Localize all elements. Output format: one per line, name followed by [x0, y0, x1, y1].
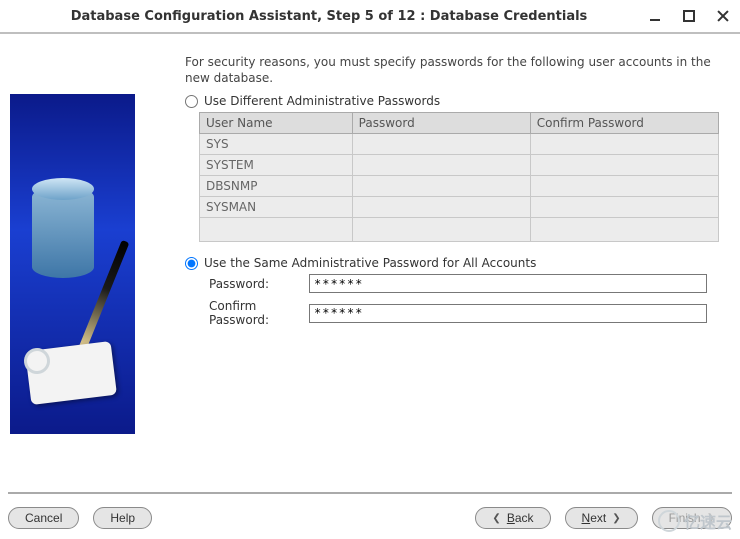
close-icon[interactable] [716, 9, 730, 23]
cell-confirm [530, 176, 718, 197]
content-area: For security reasons, you must specify p… [0, 34, 740, 492]
cell-confirm [530, 134, 718, 155]
watermark-icon [658, 510, 680, 532]
cell-username: DBSNMP [200, 176, 353, 197]
table-row: DBSNMP [200, 176, 719, 197]
cell-username: SYSMAN [200, 197, 353, 218]
database-icon [32, 186, 94, 278]
confirm-row: Confirm Password: [209, 299, 728, 327]
cell-confirm [530, 197, 718, 218]
password-row: Password: [209, 274, 728, 293]
password-input[interactable] [309, 274, 707, 293]
option-same-password[interactable]: Use the Same Administrative Password for… [185, 256, 728, 270]
table-row: SYSTEM [200, 155, 719, 176]
confirm-password-input[interactable] [309, 304, 707, 323]
table-row: SYS [200, 134, 719, 155]
cell-password [352, 176, 530, 197]
radio-different[interactable] [185, 95, 198, 108]
titlebar: Database Configuration Assistant, Step 5… [0, 0, 740, 34]
table-filler [200, 218, 719, 242]
confirm-label: Confirm Password: [209, 299, 309, 327]
window-controls [648, 9, 730, 23]
chevron-right-icon: ❯ [612, 513, 620, 524]
radio-same[interactable] [185, 257, 198, 270]
chevron-left-icon: ❮ [492, 513, 500, 524]
cell-username: SYSTEM [200, 155, 353, 176]
cell-password [352, 155, 530, 176]
watermark-text: 亿速云 [684, 509, 732, 533]
cell-password [352, 134, 530, 155]
table-row: SYSMAN [200, 197, 719, 218]
credentials-table: User Name Password Confirm Password SYS … [199, 112, 719, 242]
cell-password [352, 197, 530, 218]
col-confirm: Confirm Password [530, 113, 718, 134]
cell-username: SYS [200, 134, 353, 155]
minimize-icon[interactable] [648, 9, 662, 23]
wizard-illustration [10, 94, 135, 434]
back-button[interactable]: ❮ Back [475, 507, 550, 529]
col-password: Password [352, 113, 530, 134]
next-button[interactable]: Next ❯ [565, 507, 638, 529]
window-title: Database Configuration Assistant, Step 5… [10, 9, 648, 24]
wizard-buttons: Cancel Help ❮ Back Next ❯ Finish ❯ [8, 492, 732, 534]
col-username: User Name [200, 113, 353, 134]
form-area: For security reasons, you must specify p… [185, 54, 730, 492]
watermark: 亿速云 [658, 509, 732, 533]
password-label: Password: [209, 277, 309, 291]
option-different-label: Use Different Administrative Passwords [204, 94, 440, 108]
intro-text: For security reasons, you must specify p… [185, 54, 728, 86]
option-different-passwords[interactable]: Use Different Administrative Passwords [185, 94, 728, 108]
maximize-icon[interactable] [682, 9, 696, 23]
cell-confirm [530, 155, 718, 176]
cancel-button[interactable]: Cancel [8, 507, 79, 529]
help-button[interactable]: Help [93, 507, 152, 529]
option-same-label: Use the Same Administrative Password for… [204, 256, 536, 270]
